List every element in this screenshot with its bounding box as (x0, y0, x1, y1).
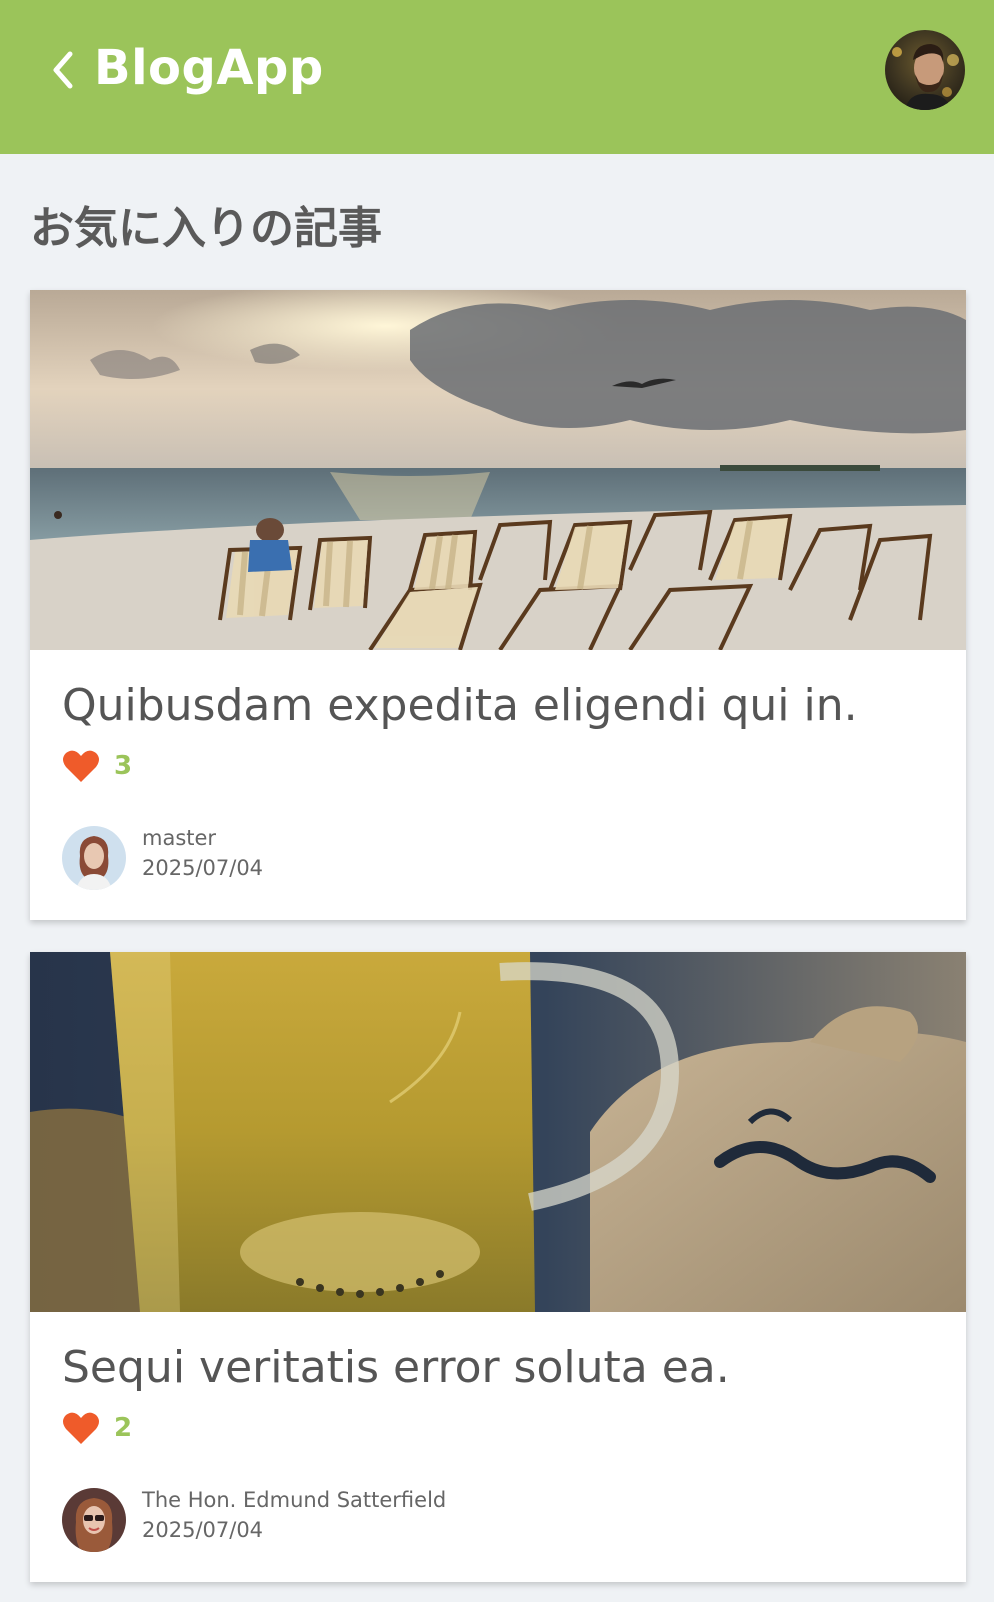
post-date: 2025/07/04 (142, 856, 264, 880)
back-button[interactable] (46, 50, 80, 90)
page-title: お気に入りの記事 (30, 203, 382, 254)
article-card[interactable]: Sequi veritatis error soluta ea. 2 The H… (30, 952, 966, 1582)
article-image (30, 290, 966, 650)
author-name: The Hon. Edmund Satterfield (142, 1488, 447, 1512)
like-count: 2 (114, 1413, 133, 1443)
article-title[interactable]: Quibusdam expedita eligendi qui in. (62, 680, 858, 731)
chevron-left-icon (53, 51, 73, 89)
heart-icon[interactable] (62, 749, 100, 783)
user-avatar[interactable] (885, 30, 965, 110)
author-name: master (142, 826, 217, 850)
article-title[interactable]: Sequi veritatis error soluta ea. (62, 1342, 730, 1393)
post-date: 2025/07/04 (142, 1518, 264, 1542)
article-card[interactable]: Quibusdam expedita eligendi qui in. 3 ma… (30, 290, 966, 920)
app-header: BlogApp (0, 0, 994, 154)
like-count: 3 (114, 751, 133, 781)
author-avatar (62, 826, 126, 890)
app-title: BlogApp (94, 40, 324, 96)
author-avatar (62, 1488, 126, 1552)
likes: 2 (62, 1410, 132, 1446)
likes: 3 (62, 748, 132, 784)
user-avatar-image (885, 30, 965, 110)
heart-icon[interactable] (62, 1411, 100, 1445)
article-image (30, 952, 966, 1312)
